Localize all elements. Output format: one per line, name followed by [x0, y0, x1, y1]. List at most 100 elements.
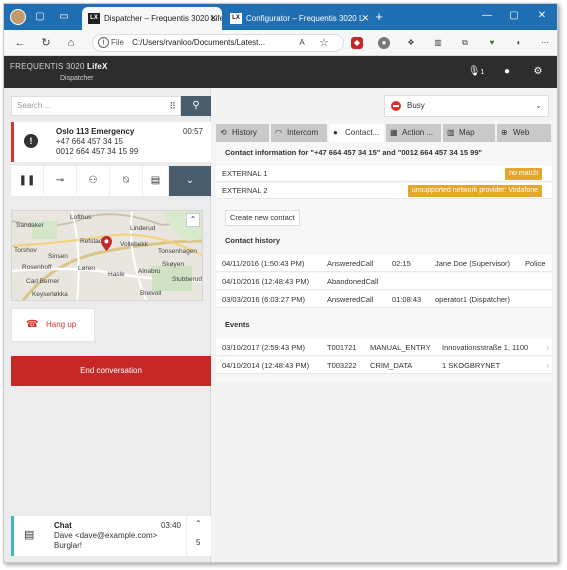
search-button[interactable]: ⚲: [181, 96, 211, 116]
chevron-right-icon[interactable]: ›: [546, 339, 549, 356]
end-conversation-label: End conversation: [80, 366, 142, 375]
puzzle-extension-icon[interactable]: ❖: [405, 37, 417, 49]
map-collapse-button[interactable]: ⌃: [186, 213, 200, 227]
call-title: Oslo 113 Emergency: [56, 127, 135, 136]
home-icon[interactable]: ⌂: [63, 35, 79, 51]
microphone-indicator[interactable]: 🎙︎1: [466, 65, 486, 79]
warning-icon: !: [24, 134, 38, 148]
workspaces-icon[interactable]: ▢: [32, 9, 48, 25]
search-placeholder: Search ...: [17, 101, 52, 110]
history-org: Police: [525, 259, 546, 268]
split-screen-icon[interactable]: ▥: [432, 37, 444, 49]
chat-time: 03:40: [160, 521, 181, 530]
conference-button[interactable]: ⚇: [77, 166, 110, 196]
tab-label: Contact...: [345, 128, 380, 137]
performance-icon[interactable]: ♥: [486, 37, 498, 49]
status-select[interactable]: Busy ⌄: [384, 95, 549, 117]
end-conversation-button[interactable]: End conversation: [11, 356, 211, 386]
refresh-icon[interactable]: ↻: [38, 35, 54, 51]
map-label: Tonsenhagen: [158, 248, 198, 255]
favorite-icon[interactable]: ☆: [316, 35, 332, 51]
shield-extension-icon[interactable]: ◆: [351, 37, 363, 49]
collections-icon[interactable]: ⧉: [459, 37, 471, 49]
create-contact-button[interactable]: Create new contact: [225, 210, 300, 226]
conference-icon: ⚇: [88, 175, 98, 186]
browser-tab-configurator[interactable]: LX Configurator – Frequentis 3020 L ✕: [224, 7, 374, 30]
table-row[interactable]: 04/10/2014 (12:48:43 PM) T003222 CRIM_DA…: [216, 357, 552, 374]
microphone-count: 1: [480, 69, 485, 76]
map-label: Skøyen: [162, 261, 185, 268]
read-aloud-icon[interactable]: A: [294, 35, 310, 51]
search-input[interactable]: Search ... ⠿: [11, 96, 181, 116]
chevron-down-icon: ⌄: [535, 101, 542, 110]
event-id: T003222: [327, 361, 357, 370]
tab-map[interactable]: ▥ Map: [443, 124, 496, 142]
event-date: 04/10/2014 (12:48:43 PM): [222, 361, 310, 370]
dialpad-icon[interactable]: ⠿: [169, 100, 176, 112]
copilot-icon[interactable]: ◐: [513, 37, 525, 49]
globe-icon: ⊕: [501, 128, 508, 137]
map-icon: ▥: [447, 128, 455, 137]
more-controls-button[interactable]: ⌄: [169, 166, 211, 196]
gear-icon[interactable]: ⚙: [531, 65, 545, 79]
map-marker-icon[interactable]: [101, 236, 112, 251]
more-menu-icon[interactable]: ⋯: [539, 37, 551, 49]
minimize-button[interactable]: —: [476, 7, 498, 25]
search-icon: ⚲: [192, 100, 200, 111]
map-label: Lofthus: [70, 214, 92, 221]
info-icon[interactable]: i: [98, 37, 109, 48]
close-icon[interactable]: ✕: [361, 7, 369, 30]
event-date: 03/10/2017 (2:59:43 PM): [222, 343, 305, 352]
extension-icon[interactable]: ●: [378, 37, 390, 49]
close-window-button[interactable]: ✕: [531, 7, 553, 25]
url-scheme: File: [111, 38, 124, 47]
right-panel: Busy ⌄ ⟲ History ◠ Intercom ● Contact... ▦ A…: [212, 88, 557, 562]
chevron-right-icon[interactable]: ›: [546, 357, 549, 374]
avatar-icon[interactable]: [10, 9, 26, 25]
tab-web[interactable]: ⊕ Web: [497, 124, 552, 142]
lx-tab-icon: LX: [88, 13, 100, 24]
hang-up-button[interactable]: ☎ Hang up: [11, 308, 95, 342]
message-button[interactable]: ▤: [143, 166, 169, 196]
location-map[interactable]: Sandaker Lofthus Linderud Refstad Volleb…: [11, 210, 203, 301]
tab-label: Map: [459, 128, 475, 137]
table-row[interactable]: 04/11/2016 (1:50:43 PM) AnsweredCall 02:…: [216, 255, 552, 272]
external-row[interactable]: EXTERNAL 1 no match: [216, 166, 552, 182]
tab-intercom[interactable]: ◠ Intercom: [271, 124, 328, 142]
external-row[interactable]: EXTERNAL 2 unsupported network provider:…: [216, 183, 552, 199]
history-date: 03/03/2016 (6:03:27 PM): [222, 295, 305, 304]
lx-tab-icon: LX: [230, 13, 242, 24]
table-row[interactable]: 03/10/2017 (2:59:43 PM) T001721 MANUAL_E…: [216, 339, 552, 356]
tab-history[interactable]: ⟲ History: [216, 124, 270, 142]
tab-contact[interactable]: ● Contact...: [329, 124, 385, 142]
active-call-card[interactable]: ! Oslo 113 Emergency 00:57 +47 664 457 3…: [11, 122, 211, 162]
map-label: Refstad: [80, 238, 103, 245]
table-row[interactable]: 04/10/2016 (12:48:43 PM) AbandonedCall: [216, 273, 552, 290]
map-label: Linderud: [130, 225, 156, 232]
maximize-button[interactable]: ▢: [503, 7, 525, 25]
external-name: EXTERNAL 1: [222, 169, 268, 178]
tab-actions-icon[interactable]: ▭: [56, 9, 72, 25]
new-tab-icon[interactable]: +: [371, 9, 387, 25]
pause-button[interactable]: ❚❚: [11, 166, 44, 196]
browser-tab-dispatcher[interactable]: LX Dispatcher – Frequentis 3020 Life ✕: [82, 7, 222, 30]
user-icon[interactable]: ●: [500, 65, 514, 79]
map-label: Carl Berner: [26, 278, 60, 285]
chat-card[interactable]: ▤ Chat 03:40 Dave <dave@example.com> Bur…: [11, 516, 186, 556]
map-label: Alnabru: [138, 268, 161, 275]
mute-button[interactable]: ⍉: [110, 166, 143, 196]
map-label: Vollebekk: [120, 241, 148, 248]
tab-action[interactable]: ▦ Action ...: [386, 124, 442, 142]
chevron-down-icon: ⌄: [185, 175, 195, 186]
left-panel: Search ... ⠿ ⚲ ! Oslo 113 Emergency 00:5…: [4, 88, 211, 562]
close-icon[interactable]: ✕: [209, 7, 217, 30]
history-duration: 02:15: [392, 259, 411, 268]
chevron-up-icon[interactable]: ⌃: [195, 519, 202, 528]
phone-hangup-icon: ☎: [26, 319, 39, 330]
chat-queue-nav[interactable]: ⌃ 5: [186, 516, 211, 556]
map-label: Løren: [78, 265, 95, 272]
table-row[interactable]: 03/03/2016 (6:03:27 PM) AnsweredCall 01:…: [216, 291, 552, 308]
browser-window: ▢ ▭ LX Dispatcher – Frequentis 3020 Life…: [3, 3, 558, 563]
back-icon[interactable]: ←: [12, 35, 28, 51]
transfer-button[interactable]: ⊸: [44, 166, 77, 196]
